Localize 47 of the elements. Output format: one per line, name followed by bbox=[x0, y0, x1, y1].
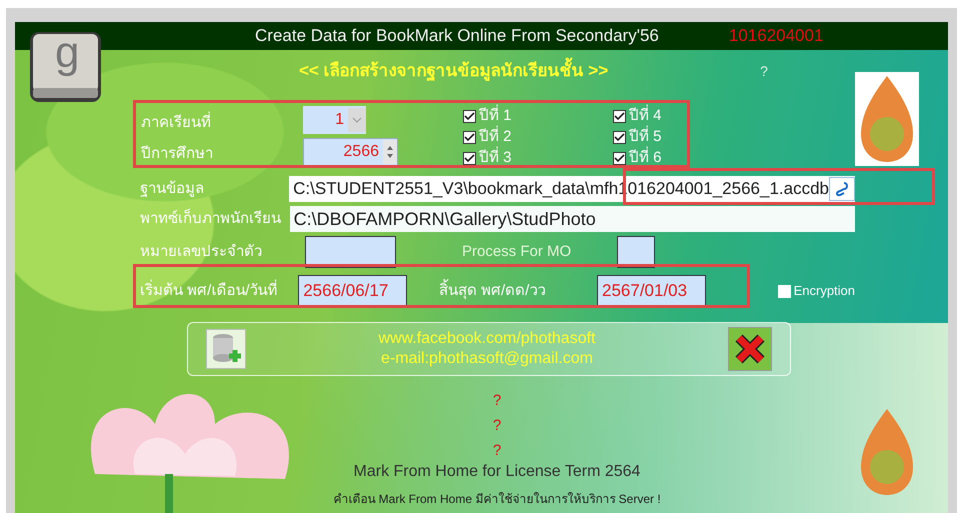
close-button[interactable] bbox=[728, 327, 772, 371]
help-mark: ? bbox=[760, 62, 768, 80]
grade-checkbox[interactable] bbox=[613, 131, 626, 144]
start-date-field[interactable]: 2566/06/17 bbox=[298, 275, 407, 307]
field-label: สิ้นสุด พศ/ดด/วว bbox=[438, 280, 597, 302]
browse-button[interactable] bbox=[829, 177, 855, 201]
spin-arrows-icon bbox=[386, 145, 394, 159]
end-date-field[interactable]: 2567/01/03 bbox=[597, 275, 706, 307]
status-mark: ? bbox=[492, 416, 502, 436]
checkbox-label: ปีที่ 5 bbox=[629, 126, 662, 149]
logo-letter: g bbox=[55, 28, 80, 78]
checkbox-label: Encryption bbox=[794, 282, 856, 300]
status-mark: ? bbox=[492, 441, 502, 461]
grade-checkbox[interactable] bbox=[613, 110, 626, 123]
close-icon bbox=[733, 332, 767, 366]
field-label: เริ่มต้น พศ/เดือน/วันที่ bbox=[140, 280, 279, 301]
photo-path-field[interactable]: C:\DBOFAMPORN\Gallery\StudPhoto bbox=[290, 206, 855, 232]
window-title: Create Data for BookMark Online From Secondary'56 bbox=[255, 25, 659, 48]
school-code: 1016204001 bbox=[728, 25, 824, 48]
id-number-field[interactable] bbox=[305, 236, 396, 268]
grade-checkbox[interactable] bbox=[463, 131, 476, 144]
checkbox-label: ปีที่ 6 bbox=[629, 147, 662, 170]
checkbox-label: ปีที่ 3 bbox=[479, 147, 512, 170]
emblem-icon bbox=[855, 72, 919, 166]
section-heading: << เลือกสร้างจากฐานข้อมูลนักเรียนชั้น >> bbox=[299, 58, 608, 84]
license-text: Mark From Home for License Term 2564 bbox=[352, 462, 642, 482]
grade-checkbox[interactable] bbox=[463, 152, 476, 165]
checkbox-label: ปีที่ 2 bbox=[479, 126, 512, 149]
book-logo-icon[interactable] bbox=[28, 30, 103, 104]
semester-dropdown[interactable]: 1 bbox=[303, 106, 366, 134]
field-label: พาทซ์เก็บภาพนักเรียน bbox=[140, 208, 282, 229]
status-mark: ? bbox=[492, 391, 502, 411]
grade-checkbox[interactable] bbox=[463, 110, 476, 123]
year-spinner[interactable]: 2566 bbox=[303, 138, 398, 166]
field-label: หมายเลขประจำตัว bbox=[140, 242, 263, 262]
field-label: ปีการศึกษา bbox=[141, 144, 214, 164]
process-mo-field[interactable] bbox=[617, 236, 655, 268]
link-icon bbox=[835, 181, 849, 197]
checkbox-label: ปีที่ 1 bbox=[479, 105, 512, 128]
checkbox-label: ปีที่ 4 bbox=[629, 105, 662, 128]
field-label: ฐานข้อมูล bbox=[140, 178, 205, 199]
chevron-down-icon bbox=[352, 117, 362, 123]
field-label: Process For MO bbox=[462, 242, 572, 262]
encryption-checkbox[interactable] bbox=[778, 284, 791, 298]
grade-checkbox[interactable] bbox=[613, 152, 626, 165]
field-label: ภาคเรียนที่ bbox=[141, 112, 303, 134]
warning-text: คำเตือน Mark From Home มีค่าใช้จ่ายในการให้บริการ Server ! bbox=[332, 491, 662, 508]
